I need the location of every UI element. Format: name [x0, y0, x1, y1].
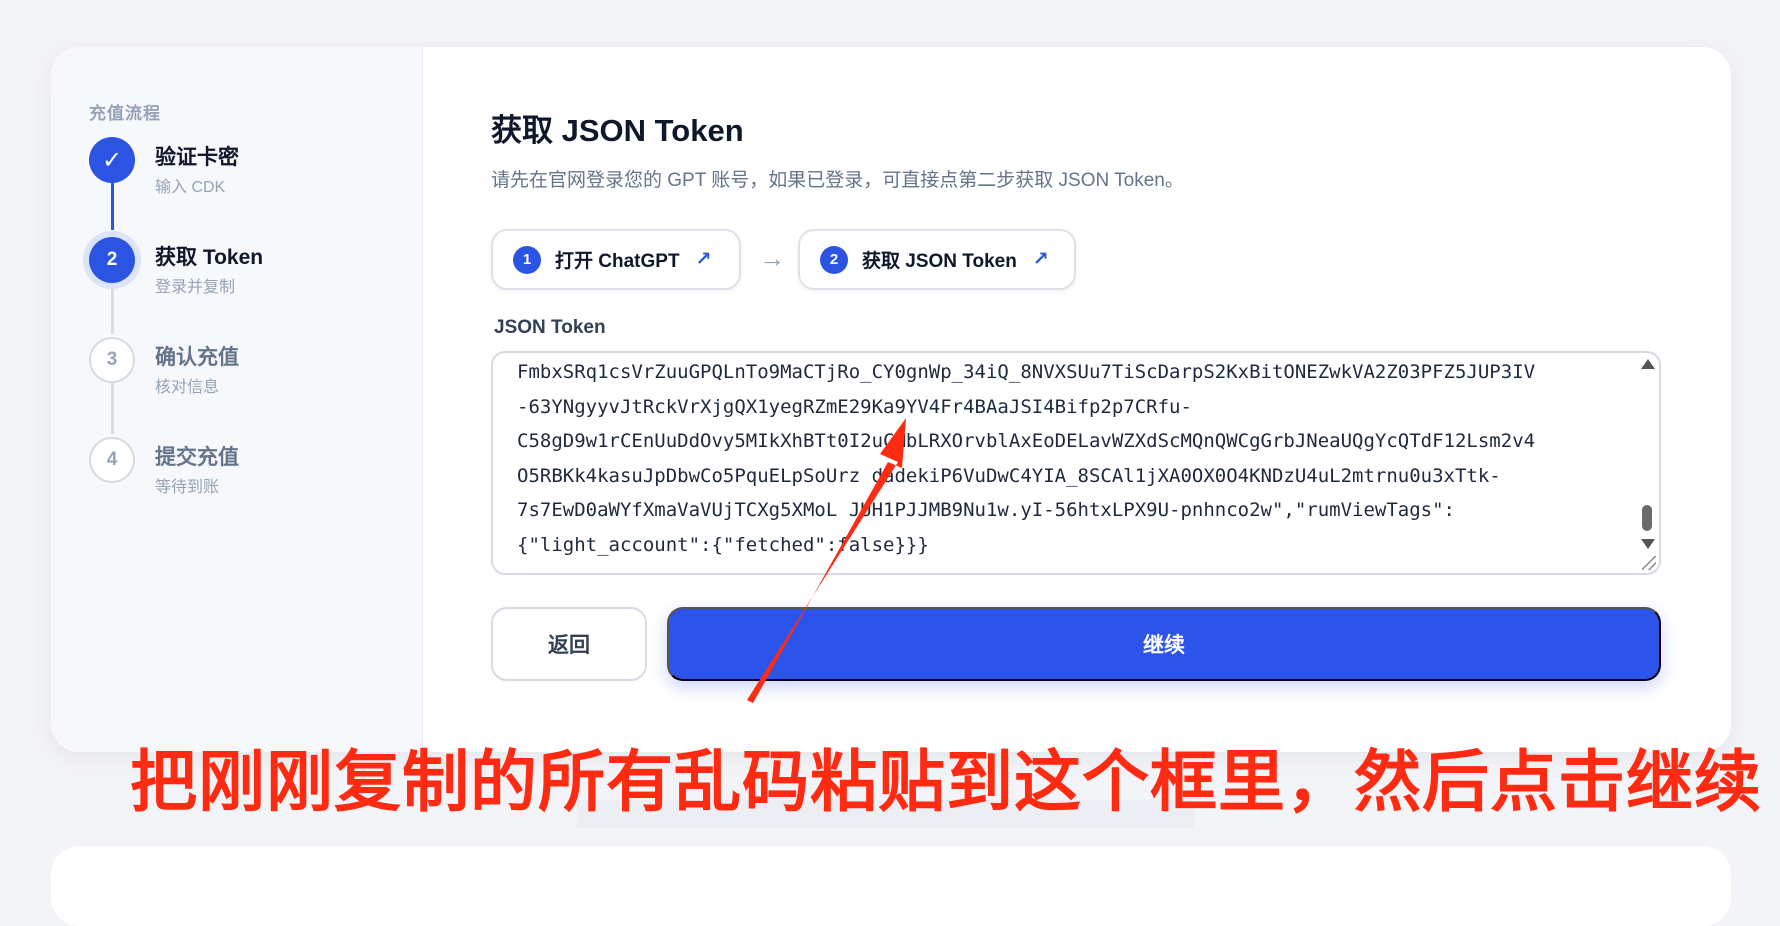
- link-label: 获取 JSON Token: [862, 251, 1017, 272]
- continue-button[interactable]: 继续: [667, 607, 1661, 681]
- next-card: [51, 846, 1731, 926]
- resize-grip-icon[interactable]: [1642, 556, 1656, 570]
- step-subtitle: 核对信息: [155, 379, 220, 396]
- step-get-token: 2 获取 Token 登录并复制: [89, 237, 389, 297]
- step-subtitle: 等待到账: [155, 479, 220, 496]
- token-content: FmbxSRq1csVrZuuGPQLnTo9MaCTjRo_CY0gnWp_3…: [517, 355, 1617, 562]
- step-number: 4: [89, 437, 135, 483]
- step-confirm: 3 确认充值 核对信息: [89, 337, 389, 397]
- link-number: 2: [820, 245, 848, 274]
- step-number: 2: [89, 237, 135, 283]
- token-line: {"light_account":{"fetched":false}}}: [517, 533, 929, 556]
- external-link-icon: ↗: [1032, 249, 1049, 270]
- step-submit: 4 提交充值 等待到账: [89, 437, 389, 497]
- recharge-card: 充值流程 ✓ 验证卡密 输入 CDK 2 获取 Token 登录并复制 3 确认…: [51, 47, 1731, 752]
- step-title: 提交充值: [155, 446, 239, 469]
- token-line: -63YNgyyvJtRckVrXjgQX1yegRZmE29Ka9YV4Fr4…: [517, 395, 1192, 418]
- step-subtitle: 输入 CDK: [155, 179, 226, 196]
- scroll-down-icon[interactable]: [1641, 539, 1655, 549]
- check-icon: ✓: [89, 137, 135, 183]
- token-line: O5RBKk4kasuJpDbwCo5PquELpSoUrz dadekiP6V…: [517, 464, 1501, 487]
- step-subtitle: 登录并复制: [155, 279, 236, 296]
- steps-sidebar: 充值流程 ✓ 验证卡密 输入 CDK 2 获取 Token 登录并复制 3 确认…: [51, 47, 423, 752]
- link-label: 打开 ChatGPT: [555, 251, 680, 272]
- arrow-right-icon: →: [759, 243, 785, 273]
- external-link-icon: ↗: [695, 249, 712, 270]
- textarea-scrollbar[interactable]: [1639, 359, 1655, 569]
- page-title: 获取 JSON Token: [491, 113, 744, 148]
- token-line: FmbxSRq1csVrZuuGPQLnTo9MaCTjRo_CY0gnWp_3…: [517, 361, 1536, 383]
- step-title: 获取 Token: [155, 246, 264, 269]
- scroll-up-icon[interactable]: [1641, 359, 1655, 369]
- back-button[interactable]: 返回: [491, 607, 647, 681]
- main-panel: 获取 JSON Token 请先在官网登录您的 GPT 账号，如果已登录，可直接…: [491, 47, 1731, 752]
- scroll-thumb[interactable]: [1642, 505, 1652, 531]
- json-token-label: JSON Token: [494, 317, 606, 338]
- token-line: C58gD9w1rCEnUuDdOvy5MIkXhBTt0I2uCMbLRXOr…: [517, 430, 1536, 452]
- link-number: 1: [513, 245, 541, 274]
- step-title: 确认充值: [155, 346, 239, 369]
- page-description: 请先在官网登录您的 GPT 账号，如果已登录，可直接点第二步获取 JSON To…: [491, 170, 1184, 191]
- step-number: 3: [89, 337, 135, 383]
- annotation-text: 把刚刚复制的所有乱码粘贴到这个框里，然后点击继续: [130, 743, 1762, 821]
- step-verify-card: ✓ 验证卡密 输入 CDK: [89, 137, 389, 197]
- step-title: 验证卡密: [155, 146, 239, 169]
- json-token-textarea[interactable]: FmbxSRq1csVrZuuGPQLnTo9MaCTjRo_CY0gnWp_3…: [491, 351, 1661, 575]
- sidebar-heading: 充值流程: [89, 104, 161, 123]
- token-line: 7s7EwD0aWYfXmaVaVUjTCXg5XMoL JUH1PJJMB9N…: [517, 499, 1455, 521]
- open-chatgpt-link[interactable]: 1 打开 ChatGPT ↗: [491, 229, 741, 290]
- get-json-token-link[interactable]: 2 获取 JSON Token ↗: [798, 229, 1076, 290]
